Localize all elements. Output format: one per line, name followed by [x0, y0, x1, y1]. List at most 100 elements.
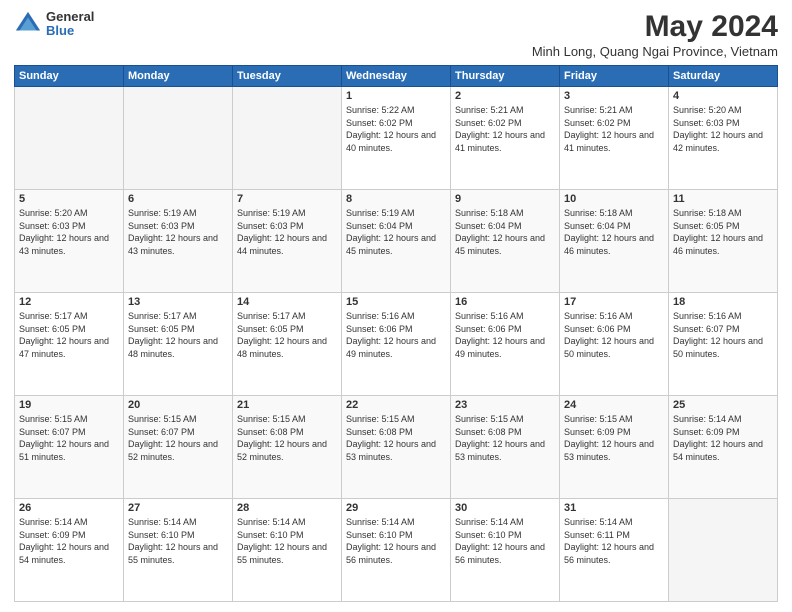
day-number: 2	[455, 90, 555, 102]
calendar-cell: 21 Sunrise: 5:15 AM Sunset: 6:08 PM Dayli…	[233, 396, 342, 499]
day-header-friday: Friday	[560, 66, 669, 87]
calendar-table: SundayMondayTuesdayWednesdayThursdayFrid…	[14, 65, 778, 602]
day-info: Sunrise: 5:17 AM Sunset: 6:05 PM Dayligh…	[128, 310, 228, 360]
calendar-cell: 27 Sunrise: 5:14 AM Sunset: 6:10 PM Dayli…	[124, 499, 233, 602]
day-number: 4	[673, 90, 773, 102]
day-number: 30	[455, 502, 555, 514]
day-info: Sunrise: 5:16 AM Sunset: 6:06 PM Dayligh…	[455, 310, 555, 360]
day-number: 20	[128, 399, 228, 411]
day-header-saturday: Saturday	[669, 66, 778, 87]
title-section: May 2024 Minh Long, Quang Ngai Province,…	[532, 10, 778, 59]
day-info: Sunrise: 5:15 AM Sunset: 6:07 PM Dayligh…	[19, 413, 119, 463]
week-row-2: 5 Sunrise: 5:20 AM Sunset: 6:03 PM Daylig…	[15, 190, 778, 293]
day-info: Sunrise: 5:22 AM Sunset: 6:02 PM Dayligh…	[346, 104, 446, 154]
calendar-cell	[669, 499, 778, 602]
day-info: Sunrise: 5:16 AM Sunset: 6:07 PM Dayligh…	[673, 310, 773, 360]
day-info: Sunrise: 5:16 AM Sunset: 6:06 PM Dayligh…	[346, 310, 446, 360]
calendar-cell: 22Sunrise: 5:15 AM Sunset: 6:08 PM Dayli…	[342, 396, 451, 499]
day-info: Sunrise: 5:14 AM Sunset: 6:10 PM Dayligh…	[237, 516, 337, 566]
calendar-cell: 16 Sunrise: 5:16 AM Sunset: 6:06 PM Dayli…	[451, 293, 560, 396]
calendar-cell: 19 Sunrise: 5:15 AM Sunset: 6:07 PM Dayli…	[15, 396, 124, 499]
day-number: 27	[128, 502, 228, 514]
calendar-cell: 23 Sunrise: 5:15 AM Sunset: 6:08 PM Dayli…	[451, 396, 560, 499]
calendar-cell: 15 Sunrise: 5:16 AM Sunset: 6:06 PM Dayli…	[342, 293, 451, 396]
calendar-cell: 12Sunrise: 5:17 AM Sunset: 6:05 PM Dayli…	[15, 293, 124, 396]
day-info: Sunrise: 5:18 AM Sunset: 6:04 PM Dayligh…	[455, 207, 555, 257]
logo-text: General Blue	[46, 10, 94, 39]
calendar-cell: 30Sunrise: 5:14 AM Sunset: 6:10 PM Dayli…	[451, 499, 560, 602]
calendar-cell: 9Sunrise: 5:18 AM Sunset: 6:04 PM Daylig…	[451, 190, 560, 293]
calendar-cell: 10 Sunrise: 5:18 AM Sunset: 6:04 PM Dayli…	[560, 190, 669, 293]
day-header-tuesday: Tuesday	[233, 66, 342, 87]
day-number: 1	[346, 90, 446, 102]
calendar-cell: 11Sunrise: 5:18 AM Sunset: 6:05 PM Dayli…	[669, 190, 778, 293]
logo-icon	[14, 10, 42, 38]
calendar-cell: 1 Sunrise: 5:22 AM Sunset: 6:02 PM Daylig…	[342, 87, 451, 190]
day-info: Sunrise: 5:15 AM Sunset: 6:08 PM Dayligh…	[237, 413, 337, 463]
day-number: 15	[346, 296, 446, 308]
day-info: Sunrise: 5:14 AM Sunset: 6:10 PM Dayligh…	[128, 516, 228, 566]
day-info: Sunrise: 5:19 AM Sunset: 6:03 PM Dayligh…	[237, 207, 337, 257]
day-info: Sunrise: 5:18 AM Sunset: 6:04 PM Dayligh…	[564, 207, 664, 257]
day-info: Sunrise: 5:14 AM Sunset: 6:10 PM Dayligh…	[346, 516, 446, 566]
day-info: Sunrise: 5:18 AM Sunset: 6:05 PM Dayligh…	[673, 207, 773, 257]
week-row-5: 26Sunrise: 5:14 AM Sunset: 6:09 PM Dayli…	[15, 499, 778, 602]
calendar-cell: 7 Sunrise: 5:19 AM Sunset: 6:03 PM Daylig…	[233, 190, 342, 293]
calendar-cell: 31 Sunrise: 5:14 AM Sunset: 6:11 PM Dayli…	[560, 499, 669, 602]
day-info: Sunrise: 5:15 AM Sunset: 6:09 PM Dayligh…	[564, 413, 664, 463]
calendar-cell: 24 Sunrise: 5:15 AM Sunset: 6:09 PM Dayli…	[560, 396, 669, 499]
calendar-cell: 29 Sunrise: 5:14 AM Sunset: 6:10 PM Dayli…	[342, 499, 451, 602]
day-info: Sunrise: 5:19 AM Sunset: 6:04 PM Dayligh…	[346, 207, 446, 257]
header: General Blue May 2024 Minh Long, Quang N…	[14, 10, 778, 59]
calendar-cell: 2Sunrise: 5:21 AM Sunset: 6:02 PM Daylig…	[451, 87, 560, 190]
calendar-cell: 17Sunrise: 5:16 AM Sunset: 6:06 PM Dayli…	[560, 293, 669, 396]
day-info: Sunrise: 5:17 AM Sunset: 6:05 PM Dayligh…	[237, 310, 337, 360]
calendar-cell	[233, 87, 342, 190]
day-number: 10	[564, 193, 664, 205]
day-header-monday: Monday	[124, 66, 233, 87]
day-number: 5	[19, 193, 119, 205]
calendar-cell: 8Sunrise: 5:19 AM Sunset: 6:04 PM Daylig…	[342, 190, 451, 293]
day-number: 19	[19, 399, 119, 411]
day-info: Sunrise: 5:15 AM Sunset: 6:08 PM Dayligh…	[455, 413, 555, 463]
week-row-3: 12Sunrise: 5:17 AM Sunset: 6:05 PM Dayli…	[15, 293, 778, 396]
subtitle: Minh Long, Quang Ngai Province, Vietnam	[532, 44, 778, 59]
logo: General Blue	[14, 10, 94, 39]
day-number: 18	[673, 296, 773, 308]
calendar-cell: 5 Sunrise: 5:20 AM Sunset: 6:03 PM Daylig…	[15, 190, 124, 293]
day-number: 3	[564, 90, 664, 102]
day-number: 29	[346, 502, 446, 514]
calendar-cell: 18 Sunrise: 5:16 AM Sunset: 6:07 PM Dayli…	[669, 293, 778, 396]
calendar-cell: 25Sunrise: 5:14 AM Sunset: 6:09 PM Dayli…	[669, 396, 778, 499]
day-info: Sunrise: 5:20 AM Sunset: 6:03 PM Dayligh…	[19, 207, 119, 257]
calendar-cell: 20Sunrise: 5:15 AM Sunset: 6:07 PM Dayli…	[124, 396, 233, 499]
day-number: 31	[564, 502, 664, 514]
page: General Blue May 2024 Minh Long, Quang N…	[0, 0, 792, 612]
day-header-thursday: Thursday	[451, 66, 560, 87]
day-header-sunday: Sunday	[15, 66, 124, 87]
calendar-cell: 28 Sunrise: 5:14 AM Sunset: 6:10 PM Dayli…	[233, 499, 342, 602]
day-info: Sunrise: 5:21 AM Sunset: 6:02 PM Dayligh…	[564, 104, 664, 154]
logo-blue: Blue	[46, 24, 94, 38]
calendar-cell: 13 Sunrise: 5:17 AM Sunset: 6:05 PM Dayli…	[124, 293, 233, 396]
logo-general: General	[46, 10, 94, 24]
day-info: Sunrise: 5:17 AM Sunset: 6:05 PM Dayligh…	[19, 310, 119, 360]
day-number: 23	[455, 399, 555, 411]
day-number: 13	[128, 296, 228, 308]
day-number: 21	[237, 399, 337, 411]
calendar-cell	[15, 87, 124, 190]
day-info: Sunrise: 5:14 AM Sunset: 6:09 PM Dayligh…	[19, 516, 119, 566]
day-header-wednesday: Wednesday	[342, 66, 451, 87]
week-row-1: 1 Sunrise: 5:22 AM Sunset: 6:02 PM Daylig…	[15, 87, 778, 190]
day-number: 7	[237, 193, 337, 205]
day-info: Sunrise: 5:14 AM Sunset: 6:11 PM Dayligh…	[564, 516, 664, 566]
day-number: 16	[455, 296, 555, 308]
day-number: 24	[564, 399, 664, 411]
calendar-cell: 14Sunrise: 5:17 AM Sunset: 6:05 PM Dayli…	[233, 293, 342, 396]
calendar-cell: 3 Sunrise: 5:21 AM Sunset: 6:02 PM Daylig…	[560, 87, 669, 190]
calendar-header-row: SundayMondayTuesdayWednesdayThursdayFrid…	[15, 66, 778, 87]
calendar-cell: 4Sunrise: 5:20 AM Sunset: 6:03 PM Daylig…	[669, 87, 778, 190]
day-number: 28	[237, 502, 337, 514]
calendar-cell: 6Sunrise: 5:19 AM Sunset: 6:03 PM Daylig…	[124, 190, 233, 293]
day-number: 17	[564, 296, 664, 308]
